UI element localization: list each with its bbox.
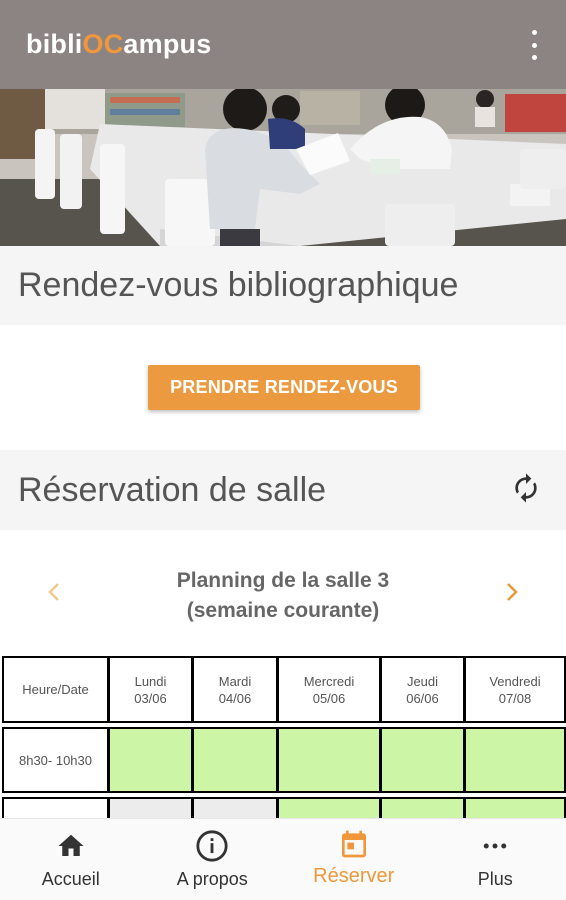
logo-accent: OC: [82, 29, 124, 59]
day-name: Jeudi: [406, 673, 439, 689]
time-slot-label: [2, 797, 109, 818]
more-vert-icon[interactable]: [524, 30, 544, 60]
slot-available[interactable]: [108, 727, 193, 793]
planning-title: Planning de la salle 3 (semaine courante…: [100, 566, 466, 626]
more-horiz-icon: [484, 843, 507, 849]
table-header-day: Vendredi 07/08: [464, 656, 566, 723]
nav-item-reserver[interactable]: Réserver: [283, 819, 425, 900]
header-label: Heure/Date: [22, 682, 89, 697]
schedule-table: Heure/Date Lundi 03/06 Mardi 04/06 Mercred…: [2, 656, 566, 818]
nav-item-accueil[interactable]: Accueil: [0, 819, 142, 900]
slot-available[interactable]: [277, 797, 381, 818]
nav-label: Réserver: [313, 865, 395, 887]
book-appointment-button[interactable]: PRENDRE RENDEZ-VOUS: [148, 365, 420, 410]
slot-time: 8h30- 10h30: [18, 752, 92, 768]
refresh-icon[interactable]: [510, 472, 542, 504]
table-header-time: Heure/Date: [2, 656, 109, 723]
day-date: 04/06: [218, 690, 252, 706]
day-name: Vendredi: [489, 673, 541, 689]
slot-available[interactable]: [464, 727, 566, 793]
app-logo: bibliOCampus: [26, 29, 211, 60]
day-name: Lundi: [134, 673, 167, 689]
nav-item-plus[interactable]: Plus: [425, 819, 566, 900]
day-name: Mercredi: [303, 673, 355, 689]
slot-unavailable: [108, 797, 193, 818]
slot-available[interactable]: [464, 797, 566, 818]
planning-title-line1: Planning de la salle 3: [176, 569, 390, 592]
chevron-left-icon[interactable]: [44, 578, 68, 606]
chevron-right-icon[interactable]: [502, 578, 526, 606]
table-header-day: Mardi 04/06: [192, 656, 278, 723]
slot-available[interactable]: [380, 727, 465, 793]
hero-image: [0, 89, 566, 246]
rdv-body: PRENDRE RENDEZ-VOUS: [0, 325, 566, 450]
nav-label: Accueil: [41, 869, 100, 889]
rdv-section-header: Rendez-vous bibliographique: [0, 246, 566, 325]
calendar-icon: [341, 830, 366, 858]
nav-label: A propos: [176, 869, 248, 889]
nav-label: Plus: [477, 869, 513, 889]
bottom-navigation: Accueil A propos Réserver Plus: [0, 818, 566, 900]
app-bar: bibliOCampus: [0, 0, 566, 89]
logo-suffix: ampus: [123, 29, 212, 59]
rdv-title: Rendez-vous bibliographique: [18, 266, 459, 304]
planning-header: Planning de la salle 3 (semaine courante…: [0, 530, 566, 655]
day-name: Mardi: [218, 673, 252, 689]
slot-available[interactable]: [380, 797, 465, 818]
reservation-section-header: Réservation de salle: [0, 450, 566, 530]
slot-available[interactable]: [277, 727, 381, 793]
planning-title-line2: (semaine courante): [186, 599, 380, 622]
nav-item-a-propos[interactable]: A propos: [142, 819, 284, 900]
table-header-day: Jeudi 06/06: [380, 656, 465, 723]
day-date: 03/06: [134, 690, 167, 706]
slot-available[interactable]: [192, 727, 278, 793]
day-date: 06/06: [406, 690, 439, 706]
time-slot-label: 8h30- 10h30: [2, 727, 109, 793]
table-header-day: Lundi 03/06: [108, 656, 193, 723]
day-date: 07/08: [498, 690, 532, 706]
logo-prefix: bibli: [26, 29, 83, 59]
info-icon: [196, 830, 228, 862]
day-date: 05/06: [312, 690, 346, 706]
slot-unavailable: [192, 797, 278, 818]
reservation-title: Réservation de salle: [18, 470, 327, 509]
table-header-day: Mercredi 05/06: [277, 656, 381, 723]
home-icon: [58, 834, 84, 856]
